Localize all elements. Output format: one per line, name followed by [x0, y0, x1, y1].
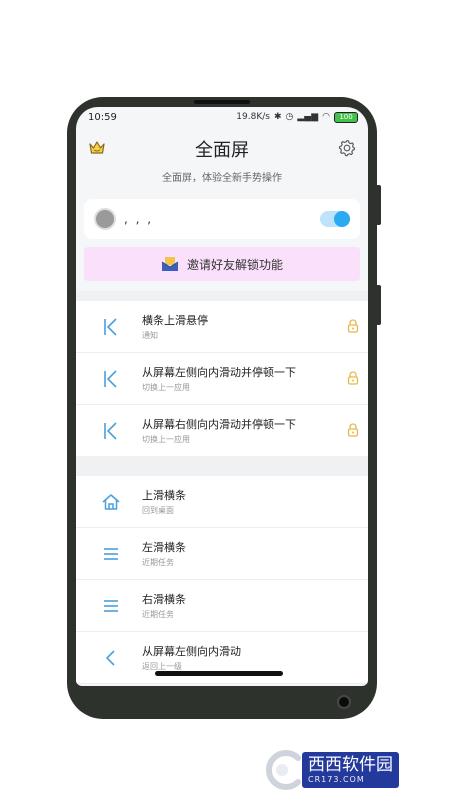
envelope-icon: [161, 257, 179, 271]
item-title: 从屏幕右侧向内滑动并停顿一下: [142, 418, 296, 431]
section-gap: [76, 291, 368, 301]
list-item[interactable]: 横条上滑悬停 通知: [76, 301, 368, 353]
list-item[interactable]: 左滑横条 近期任务: [76, 528, 368, 580]
wifi-icon: ◠: [322, 112, 330, 122]
list-item[interactable]: 从屏幕左侧向内滑动 返回上一级: [76, 632, 368, 684]
lock-icon: [347, 319, 359, 333]
invite-label: 邀请好友解锁功能: [186, 257, 283, 272]
volume-button: [376, 185, 381, 225]
item-subtitle: 近期任务: [142, 558, 174, 567]
item-subtitle: 通知: [142, 331, 158, 340]
status-indicators: 19.8K/s ✱ ◷ ▂▄▆ ◠ 100: [236, 111, 358, 123]
item-title: 右滑横条: [142, 593, 186, 606]
chevron-left-icon: [105, 650, 115, 666]
phone-frame: 10:59 19.8K/s ✱ ◷ ▂▄▆ ◠ 100 全面屏 全面屏，体验全新…: [67, 97, 377, 719]
home-icon: [102, 494, 120, 510]
item-subtitle: 回到桌面: [142, 506, 174, 515]
bar-back-icon: [104, 370, 117, 388]
locked-gesture-list: 横条上滑悬停 通知 从屏幕左侧向内滑动并停顿一下 切换上一应用 从屏幕右侧向内滑…: [76, 301, 368, 456]
network-speed: 19.8K/s: [236, 112, 270, 122]
camera-dot: [337, 695, 351, 709]
item-title: 从屏幕左侧向内滑动并停顿一下: [142, 366, 296, 379]
item-subtitle: 切换上一应用: [142, 435, 190, 444]
bar-back-icon: [104, 318, 117, 336]
bluetooth-icon: ✱: [273, 112, 282, 122]
item-subtitle: 切换上一应用: [142, 383, 190, 392]
lock-icon: [347, 371, 359, 385]
home-indicator[interactable]: [155, 671, 283, 676]
gear-icon[interactable]: [338, 139, 356, 157]
item-title: 横条上滑悬停: [142, 314, 208, 327]
watermark-logo: 西西软件园 CR173.COM: [258, 750, 399, 790]
earpiece: [194, 100, 250, 104]
item-title: 上滑横条: [142, 489, 186, 502]
list-item[interactable]: 从屏幕右侧向内滑动并停顿一下 切换上一应用: [76, 405, 368, 456]
item-title: 左滑横条: [142, 541, 186, 554]
status-time: 10:59: [88, 111, 117, 123]
toggle-knob: [334, 211, 350, 227]
list-item[interactable]: 右滑横条 近期任务: [76, 580, 368, 632]
page-title: 全面屏: [195, 140, 249, 161]
status-bar: 10:59 19.8K/s ✱ ◷ ▂▄▆ ◠ 100: [76, 107, 368, 127]
item-subtitle: 近期任务: [142, 610, 174, 619]
signal-icon: ▂▄▆: [297, 112, 319, 122]
crown-icon[interactable]: [88, 139, 106, 157]
watermark-box: 西西软件园 CR173.COM: [302, 752, 399, 788]
alarm-icon: ◷: [285, 112, 294, 122]
gesture-list: 上滑横条 回到桌面 左滑横条 近期任务 右滑横条 近期任务 从屏幕左侧向内滑动 …: [76, 476, 368, 684]
bar-back-icon: [104, 422, 117, 440]
battery-icon: 100: [334, 111, 358, 123]
avatar[interactable]: [94, 208, 116, 230]
list-item[interactable]: 从屏幕左侧向内滑动并停顿一下 切换上一应用: [76, 353, 368, 405]
list-item[interactable]: 上滑横条 回到桌面: [76, 476, 368, 528]
menu-icon: [104, 548, 118, 560]
page-subtitle: 全面屏，体验全新手势操作: [162, 173, 282, 184]
screen: 10:59 19.8K/s ✱ ◷ ▂▄▆ ◠ 100 全面屏 全面屏，体验全新…: [76, 107, 368, 686]
menu-icon: [104, 600, 118, 612]
app-header: 全面屏: [76, 127, 368, 171]
watermark-c-icon: [265, 750, 301, 790]
item-title: 从屏幕左侧向内滑动: [142, 645, 241, 658]
enable-toggle[interactable]: [320, 211, 350, 227]
watermark-brand: 西西软件园: [308, 755, 393, 775]
power-button: [376, 285, 381, 325]
profile-name: , , ,: [124, 212, 154, 226]
invite-banner[interactable]: 邀请好友解锁功能: [84, 247, 360, 281]
profile-card[interactable]: , , ,: [84, 199, 360, 239]
watermark-domain: CR173.COM: [308, 775, 365, 784]
section-gap: [76, 456, 368, 476]
lock-icon: [347, 423, 359, 437]
